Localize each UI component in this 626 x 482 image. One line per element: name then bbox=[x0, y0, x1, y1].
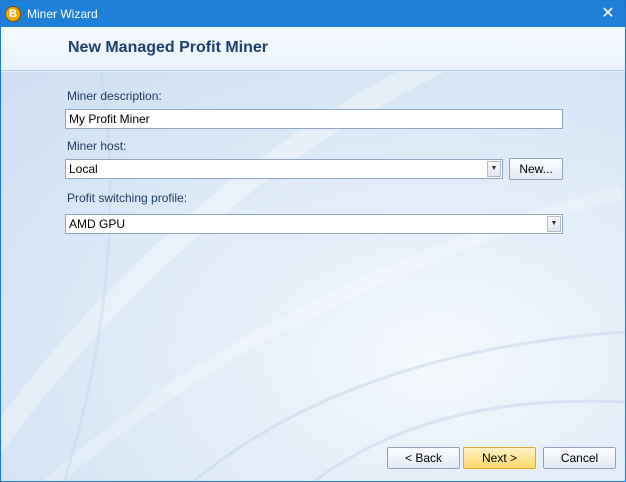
page-title: New Managed Profit Miner bbox=[68, 39, 269, 56]
background-decoration bbox=[1, 72, 625, 481]
cancel-button[interactable]: Cancel bbox=[543, 447, 616, 469]
wizard-header: New Managed Profit Miner bbox=[1, 27, 625, 71]
chevron-down-icon[interactable]: ▼ bbox=[487, 161, 501, 177]
description-label: Miner description: bbox=[67, 89, 162, 103]
wizard-body: Miner description: My Profit Miner Miner… bbox=[1, 72, 625, 481]
description-field[interactable]: My Profit Miner bbox=[65, 109, 563, 129]
title-bar[interactable]: B Miner Wizard ✕ bbox=[1, 1, 625, 27]
profile-select[interactable]: AMD GPU ▼ bbox=[65, 214, 563, 234]
profile-label: Profit switching profile: bbox=[67, 191, 188, 205]
chevron-down-icon[interactable]: ▼ bbox=[547, 216, 561, 232]
window-title: Miner Wizard bbox=[27, 7, 98, 21]
description-value: My Profit Miner bbox=[69, 112, 150, 126]
profile-value: AMD GPU bbox=[69, 217, 126, 231]
miner-wizard-window: B Miner Wizard ✕ New Managed Profit Mine… bbox=[0, 0, 626, 482]
host-label: Miner host: bbox=[67, 139, 127, 153]
host-select[interactable]: Local ▼ bbox=[65, 159, 503, 179]
close-button[interactable]: ✕ bbox=[591, 1, 625, 27]
new-host-button[interactable]: New... bbox=[509, 158, 563, 180]
host-value: Local bbox=[69, 162, 98, 176]
bitcoin-icon: B bbox=[5, 6, 21, 22]
close-icon: ✕ bbox=[601, 5, 615, 22]
next-button[interactable]: Next > bbox=[463, 447, 536, 469]
back-button[interactable]: < Back bbox=[387, 447, 460, 469]
